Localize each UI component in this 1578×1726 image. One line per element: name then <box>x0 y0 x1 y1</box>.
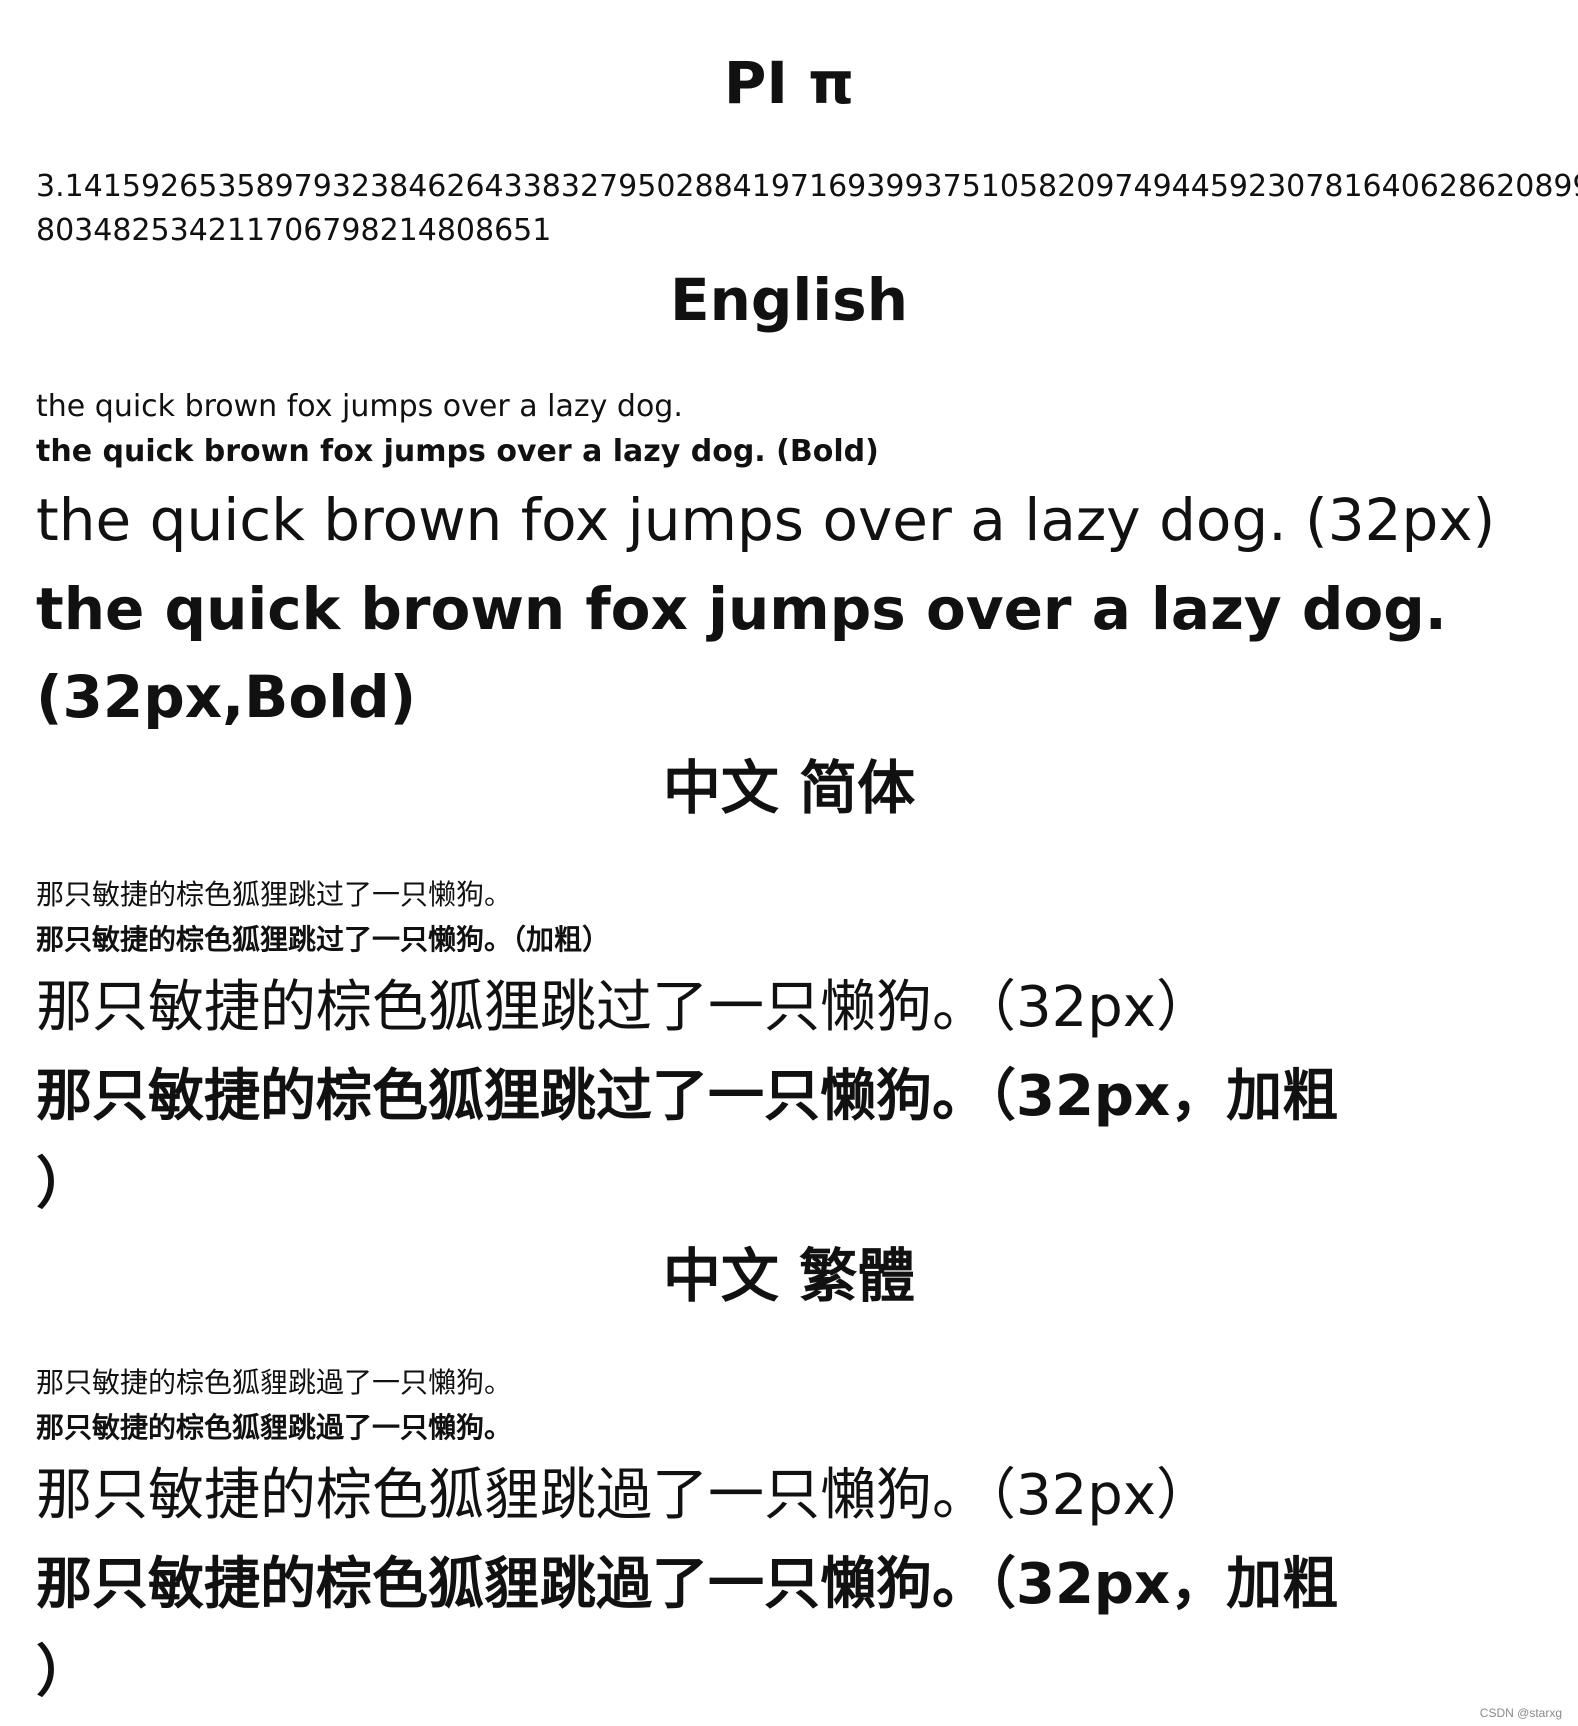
csdn-watermark: CSDN @starxg <box>1479 1706 1562 1720</box>
page-root: { "pi": { "heading": "PI π", "digits_lin… <box>0 0 1578 1726</box>
traditional-regular-line: 那只敏捷的棕色狐貍跳過了一只懶狗。 <box>36 1366 513 1399</box>
simplified-chinese-heading: 中文 简体 <box>662 754 916 822</box>
english-32px-bold-line-1: the quick brown fox jumps over a lazy do… <box>36 575 1447 643</box>
traditional-chinese-heading: 中文 繁體 <box>662 1242 916 1310</box>
pi-digits-line-2: 803482534211706798214808651 <box>36 213 552 248</box>
simplified-32px-line: 那只敏捷的棕色狐狸跳过了一只懒狗。（32px） <box>36 975 1212 1040</box>
simplified-bold-line: 那只敏捷的棕色狐狸跳过了一只懒狗。（加粗） <box>36 923 611 956</box>
traditional-32px-line: 那只敏捷的棕色狐貍跳過了一只懶狗。（32px） <box>36 1463 1212 1528</box>
traditional-bold-line: 那只敏捷的棕色狐貍跳過了一只懶狗。 <box>36 1411 513 1444</box>
pi-digits-line-1: 3.14159265358979323846264338327950288419… <box>36 169 1578 204</box>
traditional-32px-bold-line-2: ） <box>36 1640 92 1705</box>
english-bold-line: the quick brown fox jumps over a lazy do… <box>36 434 879 469</box>
pi-heading: PI π <box>723 49 855 117</box>
simplified-32px-bold-line-1: 那只敏捷的棕色狐狸跳过了一只懒狗。（32px，加粗 <box>36 1064 1339 1129</box>
english-heading: English <box>669 266 908 334</box>
english-32px-bold-line-2: (32px,Bold) <box>36 663 417 731</box>
simplified-32px-bold-line-2: ） <box>36 1152 92 1217</box>
english-32px-line: the quick brown fox jumps over a lazy do… <box>36 486 1496 554</box>
font-sample-document: PI π 3.141592653589793238462643383279502… <box>36 0 1578 1726</box>
english-regular-line: the quick brown fox jumps over a lazy do… <box>36 389 683 424</box>
traditional-32px-bold-line-1: 那只敏捷的棕色狐貍跳過了一只懶狗。（32px，加粗 <box>36 1552 1339 1617</box>
simplified-regular-line: 那只敏捷的棕色狐狸跳过了一只懒狗。 <box>36 878 513 911</box>
